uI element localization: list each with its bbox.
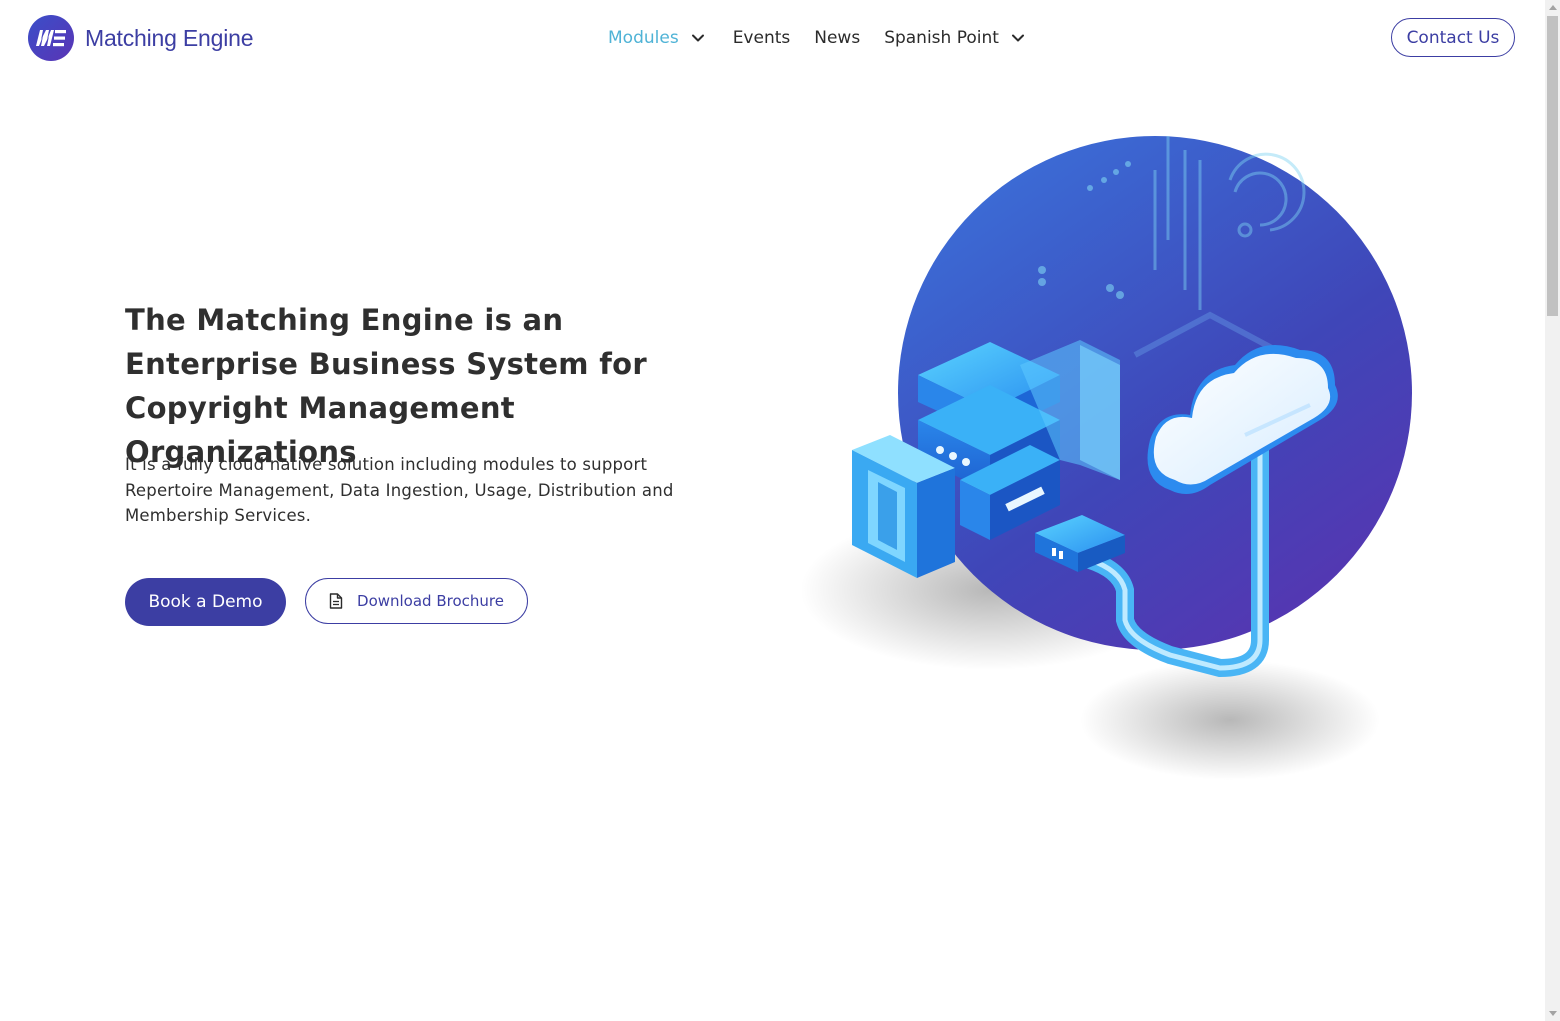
scrollbar-thumb[interactable] bbox=[1547, 16, 1558, 316]
nav-item-events[interactable]: Events bbox=[733, 28, 791, 48]
page: Matching Engine Modules Events News Span… bbox=[0, 0, 1560, 1021]
download-brochure-button[interactable]: Download Brochure bbox=[305, 578, 528, 624]
book-demo-button[interactable]: Book a Demo bbox=[125, 578, 286, 626]
contact-us-button[interactable]: Contact Us bbox=[1391, 18, 1515, 57]
download-brochure-label: Download Brochure bbox=[357, 592, 504, 610]
nav-item-modules[interactable]: Modules bbox=[608, 28, 705, 48]
main-nav: Modules Events News Spanish Point bbox=[608, 24, 1025, 52]
nav-item-label: Modules bbox=[608, 28, 679, 48]
hero-subtitle: It is a fully cloud native solution incl… bbox=[125, 455, 674, 525]
chevron-down-icon bbox=[1011, 34, 1024, 42]
cloud-servers-illustration bbox=[790, 120, 1430, 790]
scroll-up-arrow-icon[interactable] bbox=[1549, 5, 1557, 10]
nav-item-label: News bbox=[814, 28, 861, 48]
nav-item-label: Spanish Point bbox=[884, 28, 999, 48]
document-icon bbox=[329, 593, 343, 609]
chevron-down-icon bbox=[691, 34, 704, 42]
page-scrollbar[interactable] bbox=[1545, 0, 1560, 1021]
nav-item-spanish-point[interactable]: Spanish Point bbox=[884, 28, 1025, 48]
site-header: Matching Engine Modules Events News Span… bbox=[0, 0, 1545, 76]
scroll-down-arrow-icon[interactable] bbox=[1549, 1011, 1557, 1016]
nav-item-news[interactable]: News bbox=[814, 28, 860, 48]
hero-title: The Matching Engine is an Enterprise Bus… bbox=[125, 303, 647, 469]
brand-name: Matching Engine bbox=[85, 24, 254, 51]
nav-item-label: Events bbox=[732, 28, 791, 48]
brand-logo[interactable]: Matching Engine bbox=[28, 15, 254, 61]
me-monogram-icon bbox=[28, 15, 74, 61]
